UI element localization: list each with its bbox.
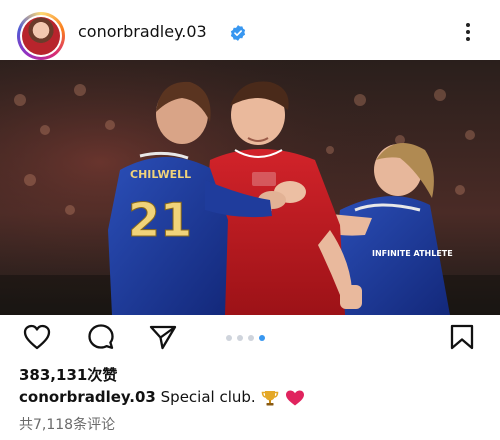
- likes-count[interactable]: 383,131次赞: [19, 364, 117, 385]
- football-players-photo: INFINITE ATHLETE 3 CHILWELL 21: [0, 60, 500, 315]
- carousel-indicator: [226, 335, 276, 343]
- share-send-icon[interactable]: [148, 322, 178, 352]
- caption-text: Special club.: [160, 388, 256, 406]
- svg-text:21: 21: [128, 193, 192, 247]
- post-header: conorbradley.03: [0, 0, 500, 60]
- more-options-icon[interactable]: [464, 21, 472, 43]
- verified-badge-icon: [230, 25, 246, 41]
- post-photo[interactable]: INFINITE ATHLETE 3 CHILWELL 21: [0, 60, 500, 315]
- instagram-post: conorbradley.03 INFINITE ATHLETE CHILWEL…: [0, 0, 500, 440]
- trophy-emoji-icon: [262, 390, 279, 405]
- caption-username[interactable]: conorbradley.03: [19, 388, 156, 406]
- username-link[interactable]: conorbradley.03: [78, 22, 207, 41]
- svg-text:INFINITE ATHLETE: INFINITE ATHLETE: [372, 249, 453, 258]
- caption: conorbradley.03 Special club.: [19, 388, 305, 407]
- red-heart-emoji-icon: [286, 390, 305, 405]
- carousel-dot: [248, 335, 254, 341]
- carousel-dot: [226, 335, 232, 341]
- carousel-dot: [237, 335, 243, 341]
- svg-text:CHILWELL: CHILWELL: [130, 168, 191, 181]
- comment-icon[interactable]: [86, 322, 116, 352]
- like-heart-icon[interactable]: [22, 322, 52, 352]
- carousel-dot-active: [259, 335, 265, 341]
- view-comments-link[interactable]: 共7,118条评论: [19, 414, 115, 434]
- avatar[interactable]: [17, 12, 65, 60]
- save-bookmark-icon[interactable]: [447, 322, 477, 352]
